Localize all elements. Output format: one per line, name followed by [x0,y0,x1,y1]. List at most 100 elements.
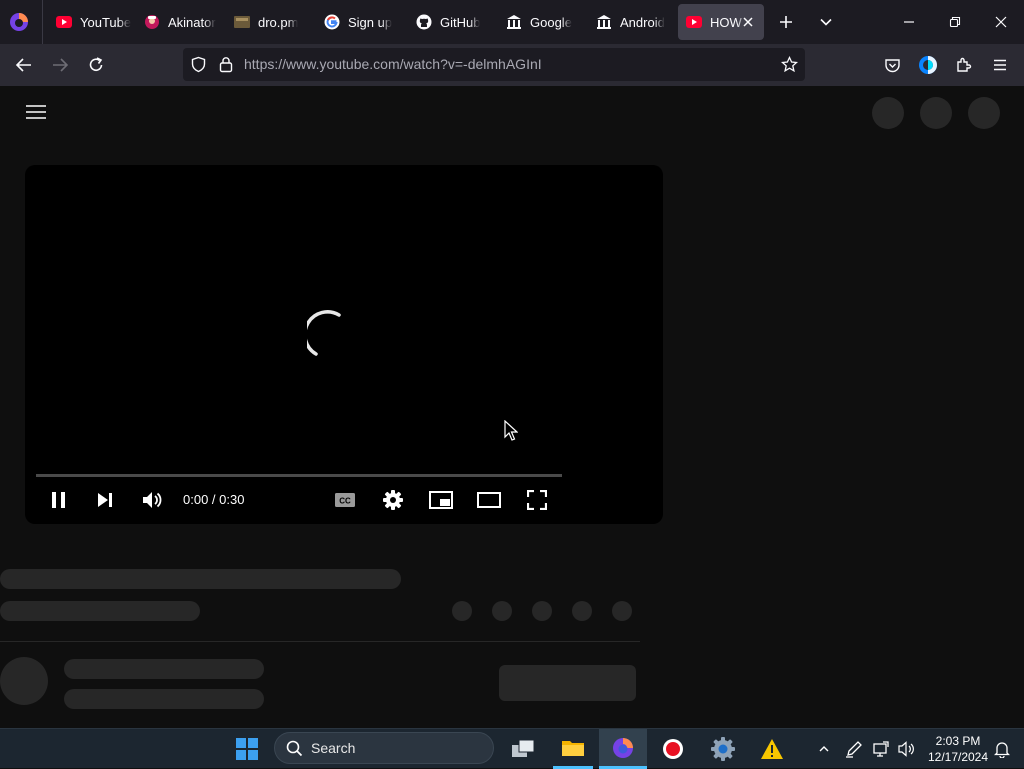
header-placeholder-circle [920,97,952,129]
taskbar-search-box[interactable]: Search [274,732,494,764]
header-placeholder-circle [968,97,1000,129]
tab-android[interactable]: Android [586,4,676,40]
plus-icon [780,16,792,28]
close-window-button[interactable] [978,0,1024,44]
navigation-toolbar: https://www.youtube.com/watch?v=-delmhAG… [0,44,1024,86]
firefox-icon [613,737,633,758]
pause-icon [52,492,65,508]
pen-icon [846,741,862,758]
subtitles-button[interactable]: CC [333,488,357,512]
theater-mode-button[interactable] [477,488,501,512]
firefox-view-icon[interactable] [8,11,30,33]
header-placeholder-circle [872,97,904,129]
restore-icon [949,16,961,28]
time-display: 0:00 / 0:30 [183,492,245,507]
museum-icon [506,14,522,30]
pen-tray-button[interactable] [840,729,868,769]
url-text[interactable]: https://www.youtube.com/watch?v=-delmhAG… [244,48,542,81]
volume-tray-button[interactable] [894,729,920,769]
close-tab-icon[interactable] [740,14,756,30]
volume-icon [143,492,162,508]
tab-github[interactable]: GitHub [406,4,496,40]
reload-button[interactable] [84,53,108,77]
forward-button[interactable] [48,53,72,77]
clock[interactable]: 2:03 PM 12/17/2024 [920,733,996,765]
bell-icon [994,742,1010,758]
warning-app-button[interactable] [752,729,792,769]
pocket-icon [884,58,900,72]
pocket-button[interactable] [880,53,904,77]
tab-strip-divider [42,0,43,44]
lock-icon[interactable] [218,56,234,73]
windows-taskbar: Search 2:03 PM 12/17/2024 [0,728,1024,769]
minimize-button[interactable] [886,0,932,44]
tab-label: Google [530,14,572,30]
next-button[interactable] [93,488,117,512]
network-icon [873,741,889,757]
close-icon [995,16,1007,28]
action-placeholder [452,601,472,621]
search-label: Search [311,740,356,756]
channel-name-placeholder [64,659,264,679]
account-icon [919,56,937,74]
mouse-cursor-icon [504,420,518,442]
tab-akinator[interactable]: Akinator [134,4,224,40]
mute-button[interactable] [140,488,164,512]
network-tray-button[interactable] [868,729,894,769]
guide-menu-icon[interactable] [24,102,48,122]
svg-text:CC: CC [339,497,351,506]
pause-button[interactable] [47,488,71,512]
museum-icon [596,14,612,30]
start-button[interactable] [227,729,267,769]
back-button[interactable] [12,53,36,77]
gear-icon [383,490,403,510]
action-placeholder [572,601,592,621]
shield-icon[interactable] [190,56,207,73]
github-icon [416,14,432,30]
tab-youtube[interactable]: YouTube [46,4,134,40]
list-all-tabs-button[interactable] [812,0,840,44]
new-tab-button[interactable] [772,0,800,44]
tab-label: YouTube [80,14,132,30]
windows-logo-icon [236,738,258,760]
loading-spinner-icon [307,310,357,360]
screen-recorder-button[interactable] [653,729,693,769]
closed-captions-icon: CC [335,493,355,507]
fullscreen-button[interactable] [525,488,549,512]
show-hidden-icons-button[interactable] [812,729,836,769]
notifications-button[interactable] [990,729,1014,769]
next-icon [98,493,112,507]
firefox-taskbar-button[interactable] [599,729,647,769]
arrow-left-icon [15,58,31,72]
settings-button[interactable] [381,488,405,512]
minimize-icon [904,21,914,23]
reload-icon [89,57,103,71]
action-placeholder [492,601,512,621]
record-icon [663,739,683,759]
youtube-icon [686,14,702,30]
bookmark-star-icon[interactable] [781,56,798,73]
video-player[interactable]: 0:00 / 0:30 CC [25,165,663,524]
tab-sign-up[interactable]: Sign up [314,4,406,40]
puzzle-icon [957,57,972,72]
profile-button[interactable] [916,53,940,77]
tab-label: Akinator [168,14,216,30]
task-view-button[interactable] [503,729,543,769]
settings-app-button[interactable] [703,729,743,769]
extensions-button[interactable] [952,53,976,77]
clock-time: 2:03 PM [935,734,981,748]
tab-dropm[interactable]: dro.pm [224,4,314,40]
restore-button[interactable] [932,0,978,44]
miniplayer-button[interactable] [429,488,453,512]
address-bar[interactable]: https://www.youtube.com/watch?v=-delmhAG… [183,48,805,81]
file-explorer-button[interactable] [553,729,593,769]
speaker-icon [898,741,914,757]
tab-how-active[interactable]: HOW [678,4,764,40]
tab-google[interactable]: Google [496,4,586,40]
folder-icon [562,740,584,756]
settings-gear-icon [711,737,735,761]
avatar-placeholder [0,657,48,705]
app-menu-button[interactable] [988,53,1012,77]
progress-bar[interactable] [36,474,562,477]
akinator-icon [144,14,160,30]
